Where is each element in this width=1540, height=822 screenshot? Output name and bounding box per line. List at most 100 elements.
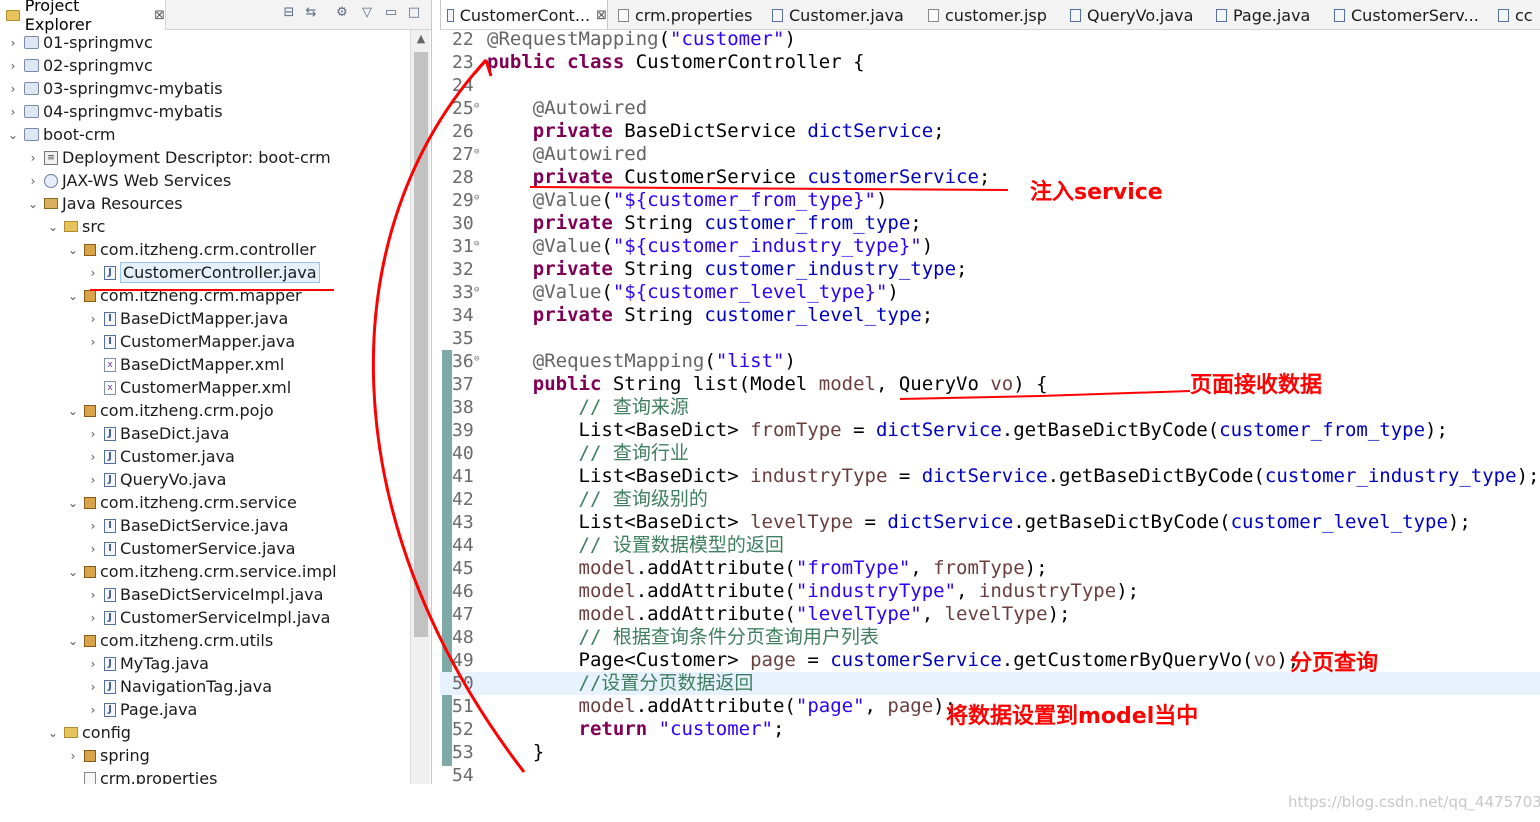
code-line[interactable]: 26 private BaseDictService dictService; — [440, 120, 1540, 143]
chevron-right-icon[interactable]: › — [86, 519, 100, 533]
fold-toggle-icon[interactable]: ⊖ — [474, 233, 479, 256]
tree-item[interactable]: ⌄ com.itzheng.crm.mapper — [0, 284, 410, 307]
tree-item[interactable]: ⌄ com.itzheng.crm.service.impl — [0, 560, 410, 583]
chevron-right-icon[interactable]: › — [86, 312, 100, 326]
code-line[interactable]: 47 model.addAttribute("levelType", level… — [440, 603, 1540, 626]
tree-item[interactable]: › ≡ Deployment Descriptor: boot-crm — [0, 146, 410, 169]
tree-item[interactable]: ⌄ com.itzheng.crm.utils — [0, 629, 410, 652]
tree-item[interactable]: › J Customer.java — [0, 445, 410, 468]
fold-toggle-icon[interactable]: ⊖ — [474, 187, 479, 210]
code-line[interactable]: 54 — [440, 764, 1540, 787]
chevron-down-icon[interactable]: ⌄ — [26, 197, 40, 211]
code-line[interactable]: 36 ⊖ @RequestMapping("list") — [440, 350, 1540, 373]
editor-tab[interactable]: Page.java — [1210, 0, 1324, 29]
minimize-icon[interactable]: ▭ — [382, 4, 400, 22]
chevron-down-icon[interactable]: ⌄ — [66, 289, 80, 303]
maximize-icon[interactable]: □ — [405, 4, 423, 22]
code-line[interactable]: 32 private String customer_industry_type… — [440, 258, 1540, 281]
chevron-down-icon[interactable]: ⌄ — [66, 404, 80, 418]
chevron-right-icon[interactable]: › — [6, 36, 20, 50]
tree-item[interactable]: ⌄ Java Resources — [0, 192, 410, 215]
tree-item[interactable]: › J Page.java — [0, 698, 410, 721]
code-line[interactable]: 27 ⊖ @Autowired — [440, 143, 1540, 166]
tree-item[interactable]: › J BaseDict.java — [0, 422, 410, 445]
tree-item[interactable]: crm.properties — [0, 767, 410, 784]
chevron-right-icon[interactable]: › — [86, 335, 100, 349]
chevron-right-icon[interactable]: › — [86, 680, 100, 694]
tree-item[interactable]: ⌄ src — [0, 215, 410, 238]
tree-item[interactable]: x BaseDictMapper.xml — [0, 353, 410, 376]
tree-item[interactable]: › I CustomerMapper.java — [0, 330, 410, 353]
code-line[interactable]: 33 ⊖ @Value("${customer_level_type}") — [440, 281, 1540, 304]
chevron-right-icon[interactable]: › — [86, 450, 100, 464]
tree-item[interactable]: › JAX-WS Web Services — [0, 169, 410, 192]
code-line[interactable]: 42 // 查询级别的 — [440, 488, 1540, 511]
code-line[interactable]: 41 List<BaseDict> industryType = dictSer… — [440, 465, 1540, 488]
tree-item[interactable]: › I BaseDictService.java — [0, 514, 410, 537]
code-line[interactable]: 23 public class CustomerController { — [440, 51, 1540, 74]
editor-tab[interactable]: CustomerServ... — [1328, 0, 1488, 29]
code-line[interactable]: 46 model.addAttribute("industryType", in… — [440, 580, 1540, 603]
code-line[interactable]: 30 private String customer_from_type; — [440, 212, 1540, 235]
chevron-right-icon[interactable]: › — [86, 473, 100, 487]
chevron-right-icon[interactable]: › — [86, 657, 100, 671]
link-with-editor-icon[interactable]: ⇆ — [302, 4, 320, 22]
chevron-right-icon[interactable]: › — [6, 105, 20, 119]
editor-tab[interactable]: Customer.java — [766, 0, 918, 29]
editor-tab[interactable]: CustomerCont... ⊠ — [440, 0, 608, 29]
close-icon[interactable]: ⊠ — [154, 8, 165, 23]
editor-tab[interactable]: QueryVo.java — [1064, 0, 1206, 29]
editor-tab[interactable]: customer.jsp — [922, 0, 1060, 29]
chevron-down-icon[interactable]: ⌄ — [66, 634, 80, 648]
tree-item[interactable]: › J CustomerController.java — [0, 261, 410, 284]
project-explorer-tab[interactable]: Project Explorer ⊠ — [0, 0, 166, 34]
chevron-down-icon[interactable]: ⌄ — [6, 128, 20, 142]
tree-item[interactable]: › J BaseDictServiceImpl.java — [0, 583, 410, 606]
code-line[interactable]: 37 public String list(Model model, Query… — [440, 373, 1540, 396]
collapse-all-icon[interactable]: ⊟ — [280, 4, 298, 22]
tree-item[interactable]: › I BaseDictMapper.java — [0, 307, 410, 330]
fold-toggle-icon[interactable]: ⊖ — [474, 95, 479, 118]
chevron-right-icon[interactable]: › — [6, 59, 20, 73]
tree-item[interactable]: ⌄ com.itzheng.crm.service — [0, 491, 410, 514]
code-line[interactable]: 25 ⊖ @Autowired — [440, 97, 1540, 120]
code-line[interactable]: 38 // 查询来源 — [440, 396, 1540, 419]
view-menu-icon[interactable]: ▽ — [358, 4, 376, 22]
tree-item[interactable]: › J MyTag.java — [0, 652, 410, 675]
chevron-down-icon[interactable]: ⌄ — [66, 496, 80, 510]
code-line[interactable]: 28 private CustomerService customerServi… — [440, 166, 1540, 189]
code-line[interactable]: 22 @RequestMapping("customer") — [440, 28, 1540, 51]
chevron-right-icon[interactable]: › — [86, 427, 100, 441]
code-line[interactable]: 53 } — [440, 741, 1540, 764]
code-line[interactable]: 24 — [440, 74, 1540, 97]
tree-item[interactable]: ⌄ boot-crm — [0, 123, 410, 146]
tree-item[interactable]: › J CustomerServiceImpl.java — [0, 606, 410, 629]
tree-item[interactable]: ⌄ com.itzheng.crm.pojo — [0, 399, 410, 422]
code-line[interactable]: 43 List<BaseDict> levelType = dictServic… — [440, 511, 1540, 534]
code-line[interactable]: 45 model.addAttribute("fromType", fromTy… — [440, 557, 1540, 580]
tree-item[interactable]: ⌄ config — [0, 721, 410, 744]
code-line[interactable]: 39 List<BaseDict> fromType = dictService… — [440, 419, 1540, 442]
close-icon[interactable]: ⊠ — [596, 8, 607, 23]
chevron-right-icon[interactable]: › — [86, 588, 100, 602]
code-line[interactable]: 40 // 查询行业 — [440, 442, 1540, 465]
fold-toggle-icon[interactable]: ⊖ — [474, 279, 479, 302]
editor-tab[interactable]: crm.properties — [612, 0, 762, 29]
chevron-right-icon[interactable]: › — [86, 611, 100, 625]
scrollbar-thumb[interactable] — [414, 52, 428, 637]
tree-item[interactable]: › J QueryVo.java — [0, 468, 410, 491]
tree-item[interactable]: › 03-springmvc-mybatis — [0, 77, 410, 100]
code-line[interactable]: 31 ⊖ @Value("${customer_industry_type}") — [440, 235, 1540, 258]
tree-item[interactable]: › J NavigationTag.java — [0, 675, 410, 698]
explorer-scrollbar[interactable]: ▲ — [410, 30, 430, 784]
code-line[interactable]: 44 // 设置数据模型的返回 — [440, 534, 1540, 557]
code-line[interactable]: 35 — [440, 327, 1540, 350]
chevron-right-icon[interactable]: › — [26, 174, 40, 188]
chevron-down-icon[interactable]: ⌄ — [66, 243, 80, 257]
chevron-down-icon[interactable]: ⌄ — [46, 726, 60, 740]
chevron-down-icon[interactable]: ⌄ — [66, 565, 80, 579]
tree-item[interactable]: › spring — [0, 744, 410, 767]
scroll-up-icon[interactable]: ▲ — [411, 32, 431, 45]
chevron-right-icon[interactable]: › — [86, 542, 100, 556]
filter-icon[interactable]: ⚙ — [333, 4, 351, 22]
